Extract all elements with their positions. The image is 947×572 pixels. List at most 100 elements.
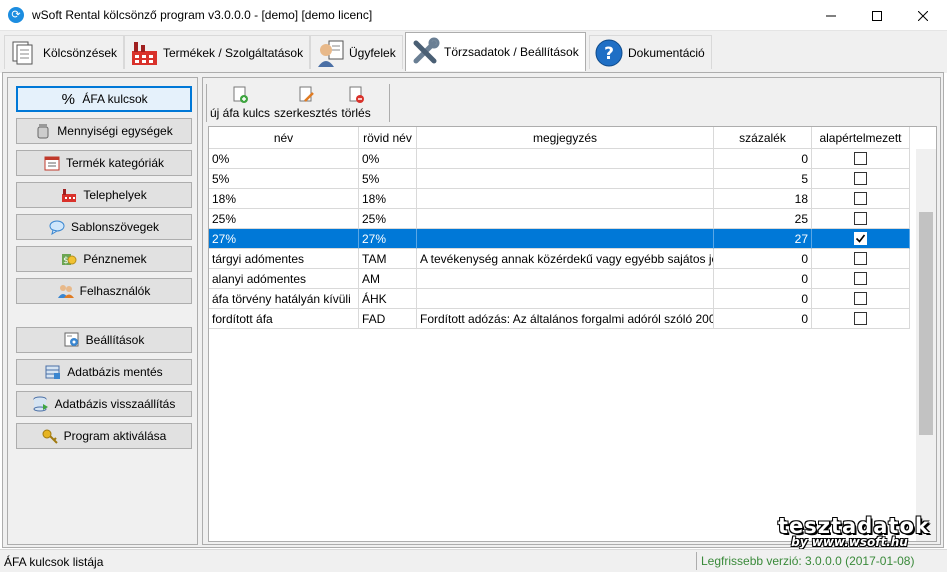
cell-percent[interactable]: 25 [714,209,812,229]
cell-percent[interactable]: 0 [714,309,812,329]
new-vat-rate-button[interactable]: új áfa kulcs [208,82,272,124]
default-checkbox[interactable] [854,312,867,325]
cell-short-name[interactable]: 27% [359,229,417,249]
tab-kolcsonzesek[interactable]: Kölcsönzések [4,35,125,69]
cell-short-name[interactable]: 18% [359,189,417,209]
sidebar-item-mennyisegi-egysegek[interactable]: Mennyiségi egységek [16,118,192,144]
sidebar-item-sablonszovegek[interactable]: Sablonszövegek [16,214,192,240]
tab-torzsadatok[interactable]: Törzsadatok / Beállítások [405,32,586,71]
table-row[interactable]: fordított áfa FAD Fordított adózás: Az ált… [209,309,910,329]
table-row[interactable]: 0% 0% 0 [209,149,910,169]
cell-note[interactable]: Fordított adózás: Az általános forgalmi … [417,309,714,329]
tab-dokumentacio[interactable]: ? Dokumentáció [589,35,712,69]
cell-default[interactable] [812,189,910,209]
column-header-percent[interactable]: százalék [714,127,812,149]
sidebar-item-program-aktivalasa[interactable]: Program aktiválása [16,423,192,449]
default-checkbox[interactable] [854,212,867,225]
column-header-short-name[interactable]: rövid név [359,127,417,149]
column-header-default[interactable]: alapértelmezett [812,127,910,149]
default-checkbox[interactable] [854,152,867,165]
table-row[interactable]: tárgyi adómentes TAM A tevékenység annak k… [209,249,910,269]
cell-default[interactable] [812,169,910,189]
cell-default[interactable] [812,229,910,249]
sidebar-item-beallitasok[interactable]: Beállítások [16,327,192,353]
content-panel: új áfa kulcs szerkesztés törlés név rövi… [202,77,941,545]
table-row[interactable]: alanyi adómentes AM 0 [209,269,910,289]
default-checkbox[interactable] [854,272,867,285]
table-row[interactable]: áfa törvény hatályán kívüli ÁHK 0 [209,289,910,309]
table-row[interactable]: 27% 27% 27 [209,229,910,249]
cell-name[interactable]: áfa törvény hatályán kívüli [209,289,359,309]
scrollbar-thumb[interactable] [919,212,933,435]
cell-short-name[interactable]: FAD [359,309,417,329]
edit-button[interactable]: szerkesztés [272,82,339,124]
minimize-button[interactable] [808,0,854,31]
sidebar-item-felhasznalok[interactable]: Felhasználók [16,278,192,304]
sidebar-item-label: Mennyiségi egységek [57,124,173,138]
sidebar-item-telephelyek[interactable]: Telephelyek [16,182,192,208]
users-icon [57,283,74,299]
sidebar-item-penznemek[interactable]: $ Pénznemek [16,246,192,272]
table-row[interactable]: 18% 18% 18 [209,189,910,209]
cell-default[interactable] [812,289,910,309]
calendar-list-icon [44,155,60,171]
default-checkbox[interactable] [854,292,867,305]
cell-percent[interactable]: 0 [714,289,812,309]
cell-short-name[interactable]: 5% [359,169,417,189]
cell-default[interactable] [812,309,910,329]
cell-name[interactable]: 5% [209,169,359,189]
cell-short-name[interactable]: AM [359,269,417,289]
cell-default[interactable] [812,269,910,289]
cell-short-name[interactable]: 25% [359,209,417,229]
cell-short-name[interactable]: TAM [359,249,417,269]
tab-termekek[interactable]: Termékek / Szolgáltatások [124,35,311,69]
cell-name[interactable]: 27% [209,229,359,249]
cell-percent[interactable]: 5 [714,169,812,189]
cell-note[interactable] [417,229,714,249]
cell-name[interactable]: 0% [209,149,359,169]
tab-ugyfelek[interactable]: Ügyfelek [310,35,403,69]
cell-note[interactable] [417,189,714,209]
cell-name[interactable]: tárgyi adómentes [209,249,359,269]
delete-button[interactable]: törlés [339,82,372,124]
cell-percent[interactable]: 18 [714,189,812,209]
app-icon: ⟳ [8,7,24,23]
default-checkbox[interactable] [854,192,867,205]
cell-name[interactable]: 18% [209,189,359,209]
cell-note[interactable]: A tevékenység annak közérdekű vagy egyéb… [417,249,714,269]
cell-short-name[interactable]: ÁHK [359,289,417,309]
sidebar-item-termek-kategoriak[interactable]: Termék kategóriák [16,150,192,176]
vertical-scrollbar[interactable] [916,149,936,541]
default-checkbox[interactable] [854,172,867,185]
sidebar-item-afa-kulcsok[interactable]: % ÁFA kulcsok [16,86,192,112]
column-header-name[interactable]: név [209,127,359,149]
cell-default[interactable] [812,209,910,229]
tab-label: Kölcsönzések [43,45,118,60]
cell-percent[interactable]: 0 [714,249,812,269]
cell-percent[interactable]: 27 [714,229,812,249]
close-button[interactable] [900,0,946,31]
cell-note[interactable] [417,269,714,289]
cell-default[interactable] [812,149,910,169]
cell-note[interactable] [417,169,714,189]
watermark: tesztadatok by www.wsoft.hu [778,514,930,549]
table-row[interactable]: 5% 5% 5 [209,169,910,189]
cell-name[interactable]: alanyi adómentes [209,269,359,289]
maximize-button[interactable] [854,0,900,31]
cell-short-name[interactable]: 0% [359,149,417,169]
cell-note[interactable] [417,209,714,229]
cell-default[interactable] [812,249,910,269]
cell-name[interactable]: fordított áfa [209,309,359,329]
cell-note[interactable] [417,289,714,309]
cell-percent[interactable]: 0 [714,269,812,289]
column-header-note[interactable]: megjegyzés [417,127,714,149]
sidebar-item-adatbazis-mentes[interactable]: Adatbázis mentés [16,359,192,385]
table-row[interactable]: 25% 25% 25 [209,209,910,229]
tools-icon [410,37,440,67]
cell-percent[interactable]: 0 [714,149,812,169]
cell-note[interactable] [417,149,714,169]
cell-name[interactable]: 25% [209,209,359,229]
default-checkbox[interactable] [854,232,867,245]
sidebar-item-adatbazis-visszaallitas[interactable]: Adatbázis visszaállítás [16,391,192,417]
default-checkbox[interactable] [854,252,867,265]
